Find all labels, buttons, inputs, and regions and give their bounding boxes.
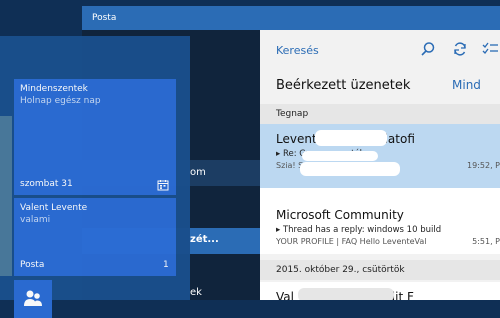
nav-item-folders-label[interactable]: zét... <box>190 234 219 245</box>
select-icon[interactable] <box>482 41 498 57</box>
group-header-yesterday: Tegnap <box>260 104 500 124</box>
calendar-event-time: Holnap egész nap <box>20 96 101 106</box>
calendar-event-title: Mindenszentek <box>20 84 88 94</box>
people-tile[interactable] <box>14 280 52 318</box>
mail-tile-sender: Valent Levente <box>20 203 88 213</box>
reply-arrow-icon: ▸ <box>276 149 283 159</box>
group-header-date: 2015. október 29., csütörtök <box>260 260 500 280</box>
nav-item-other[interactable]: ek <box>190 287 202 298</box>
folder-title: Beérkezett üzenetek <box>276 78 411 93</box>
sync-icon[interactable] <box>452 41 468 57</box>
message-time: 5:51, P <box>468 237 500 246</box>
partial-tile[interactable] <box>0 116 12 276</box>
calendar-tile[interactable]: Mindenszentek Holnap egész nap szombat 3… <box>14 79 176 195</box>
message-time: 19:52, P <box>463 161 500 170</box>
search-icon[interactable] <box>420 41 436 57</box>
message-subject: ▸ Thread has a reply: windows 10 build <box>276 225 442 235</box>
search-bar[interactable]: Keresés <box>260 30 500 70</box>
mail-tile-count: 1 <box>163 260 169 270</box>
message-item[interactable]: Val redit F <box>260 282 500 300</box>
start-menu-panel: Mindenszentek Holnap egész nap szombat 3… <box>0 36 190 318</box>
message-sender: Microsoft Community <box>276 208 404 222</box>
message-list-pane: Keresés Beérkezett üzenetek Mind Tegnap <box>260 30 500 300</box>
message-item-selected[interactable]: Levente Val giatofi ▸ Re: Gy astély Szia… <box>260 124 500 188</box>
redaction <box>298 288 394 300</box>
mail-tile-preview: valami <box>20 215 51 225</box>
redaction <box>302 151 378 161</box>
redaction <box>315 130 387 146</box>
filter-dropdown[interactable]: Mind <box>452 78 481 92</box>
message-preview: YOUR PROFILE | FAQ Hello LeventeVal 5:51,… <box>276 237 500 246</box>
nav-item-account[interactable]: om <box>190 167 206 178</box>
mail-tile[interactable]: Valent Levente valami Posta 1 <box>14 198 176 276</box>
message-item[interactable]: Microsoft Community ▸ Thread has a reply… <box>260 188 500 254</box>
search-input[interactable]: Keresés <box>276 44 319 57</box>
calendar-icon <box>157 180 169 191</box>
reply-arrow-icon: ▸ <box>276 225 283 235</box>
calendar-date: szombat 31 <box>20 179 73 189</box>
people-icon <box>24 290 42 306</box>
message-sender: Levente Val giatofi <box>276 132 415 146</box>
window-title: Posta <box>82 6 500 30</box>
redaction <box>300 162 400 176</box>
mail-tile-label: Posta <box>20 260 45 270</box>
